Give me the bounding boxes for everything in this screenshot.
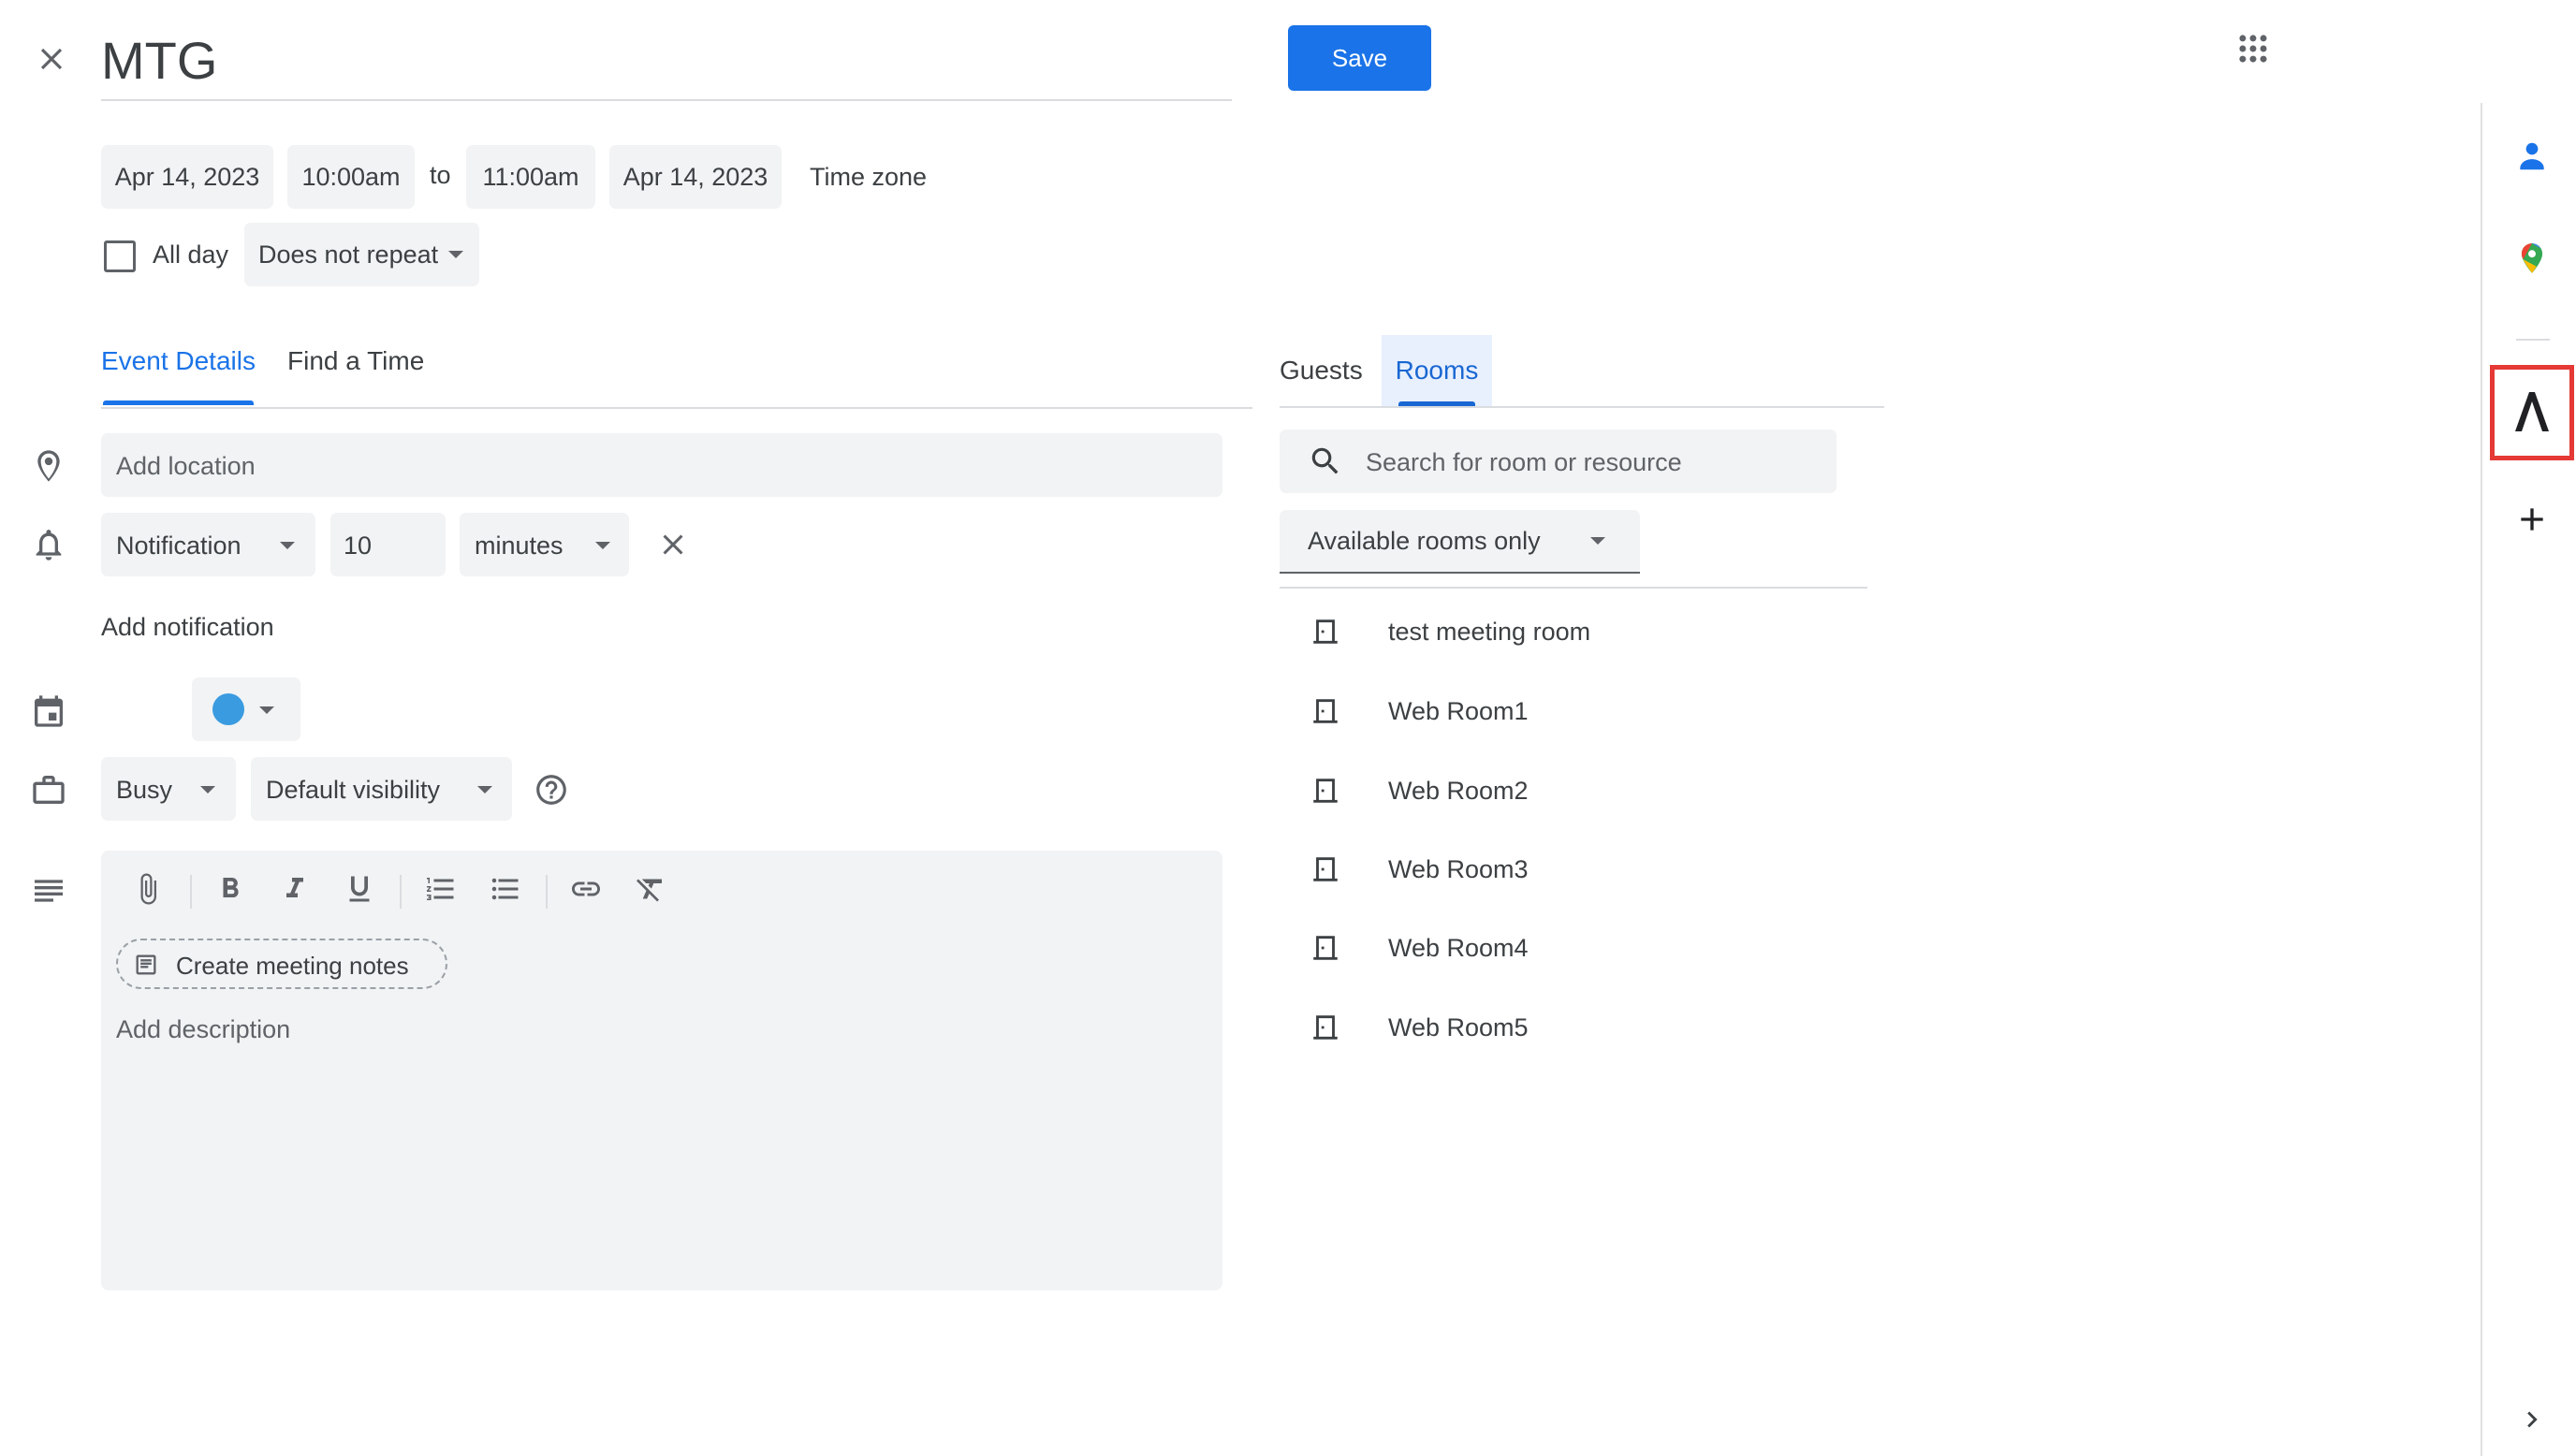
contacts-icon[interactable] — [2514, 138, 2550, 174]
list-item[interactable]: Web Room4 — [1280, 920, 1860, 976]
location-pin-icon — [30, 447, 67, 485]
search-icon — [1308, 444, 1343, 479]
room-search-input[interactable]: Search for room or resource — [1280, 430, 1837, 493]
numbered-list-icon[interactable] — [424, 872, 458, 906]
toolbar-divider — [546, 875, 548, 909]
toolbar-divider — [190, 875, 192, 909]
underline-icon[interactable] — [343, 872, 376, 906]
bell-icon — [30, 526, 67, 563]
repeat-dropdown[interactable]: Does not repeat — [244, 223, 479, 286]
event-title: MTG — [101, 31, 218, 90]
maps-icon[interactable] — [2514, 240, 2550, 276]
notification-type-dropdown[interactable]: Notification — [101, 513, 315, 576]
to-label: to — [430, 161, 451, 189]
chevron-down-icon — [280, 542, 295, 549]
door-icon — [1310, 853, 1341, 885]
list-item[interactable]: test meeting room — [1280, 604, 1860, 660]
door-icon — [1310, 1012, 1341, 1043]
description-lines-icon — [30, 872, 67, 910]
active-tab-indicator — [103, 400, 254, 405]
end-time-field[interactable]: 11:00am — [466, 145, 595, 209]
tab-event-details[interactable]: Event Details — [101, 346, 256, 408]
addon-lambda-icon[interactable] — [2511, 388, 2553, 435]
chevron-down-icon — [448, 251, 463, 258]
create-meeting-notes-button[interactable]: Create meeting notes — [116, 939, 447, 989]
chevron-down-icon — [477, 786, 492, 794]
location-input[interactable]: Add location — [101, 433, 1222, 497]
briefcase-icon — [30, 771, 67, 808]
clear-formatting-icon[interactable] — [634, 872, 667, 906]
list-item[interactable]: Web Room2 — [1280, 763, 1860, 819]
list-item[interactable]: Web Room5 — [1280, 999, 1860, 1056]
start-date-field[interactable]: Apr 14, 2023 — [101, 145, 273, 209]
side-panel — [2481, 103, 2576, 1456]
save-button[interactable]: Save — [1288, 25, 1431, 91]
link-icon[interactable] — [569, 872, 603, 906]
help-icon[interactable] — [534, 772, 569, 808]
bulleted-list-icon[interactable] — [489, 872, 522, 906]
visibility-dropdown[interactable]: Default visibility — [251, 757, 512, 821]
right-tabs-divider — [1280, 406, 1884, 408]
door-icon — [1310, 695, 1341, 727]
end-date-field[interactable]: Apr 14, 2023 — [609, 145, 782, 209]
all-day-label: All day — [153, 240, 229, 269]
toolbar-divider — [400, 875, 402, 909]
availability-dropdown[interactable]: Busy — [101, 757, 236, 821]
calendar-icon — [30, 692, 67, 730]
list-item[interactable]: Web Room1 — [1280, 683, 1860, 739]
close-icon[interactable] — [34, 41, 69, 77]
add-icon[interactable] — [2513, 501, 2551, 538]
chevron-down-icon — [1590, 537, 1605, 545]
time-zone-link[interactable]: Time zone — [810, 163, 927, 192]
apps-grid-icon[interactable] — [2235, 31, 2271, 66]
start-time-field[interactable]: 10:00am — [287, 145, 415, 209]
tab-rooms[interactable]: Rooms — [1382, 335, 1492, 406]
side-panel-separator — [2516, 339, 2550, 341]
door-icon — [1310, 775, 1341, 807]
tab-guests[interactable]: Guests — [1280, 335, 1363, 406]
door-icon — [1310, 932, 1341, 964]
attachment-icon[interactable] — [131, 872, 165, 906]
description-placeholder[interactable]: Add description — [116, 1015, 290, 1044]
bold-icon[interactable] — [213, 872, 247, 906]
notification-unit-dropdown[interactable]: minutes — [460, 513, 629, 576]
title-field[interactable]: MTG — [101, 28, 1232, 101]
notes-document-icon — [133, 952, 159, 978]
chevron-down-icon — [200, 786, 215, 794]
italic-icon[interactable] — [278, 872, 312, 906]
chevron-down-icon — [595, 542, 610, 549]
add-notification-link[interactable]: Add notification — [101, 613, 274, 642]
remove-notification-icon[interactable] — [656, 528, 690, 561]
tab-find-a-time[interactable]: Find a Time — [287, 346, 424, 376]
list-item[interactable]: Web Room3 — [1280, 841, 1860, 897]
description-editor[interactable] — [101, 851, 1222, 1290]
chevron-right-icon[interactable] — [2516, 1404, 2548, 1435]
event-color-dropdown[interactable] — [192, 677, 300, 741]
chevron-down-icon — [259, 706, 274, 714]
door-icon — [1310, 616, 1341, 648]
tabs-divider — [101, 407, 1252, 409]
notification-amount-input[interactable]: 10 — [330, 513, 446, 576]
color-swatch — [212, 693, 244, 725]
room-filter-dropdown[interactable]: Available rooms only — [1280, 510, 1640, 574]
all-day-checkbox[interactable] — [104, 240, 136, 272]
rooms-list-divider — [1280, 587, 1867, 589]
